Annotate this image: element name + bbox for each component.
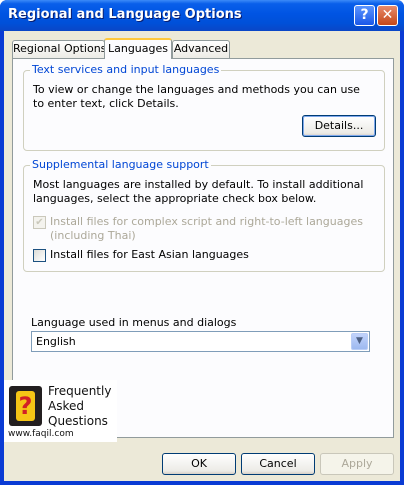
question-mark-icon: ?	[9, 386, 42, 426]
tab-languages[interactable]: Languages	[104, 38, 172, 59]
title-bar[interactable]: Regional and Language Options ? ✕	[0, 0, 404, 31]
details-button[interactable]: Details...	[302, 115, 376, 137]
help-button[interactable]: ?	[354, 5, 375, 26]
dialog-client-area: Regional Options Languages Advanced Text…	[4, 31, 400, 481]
chevron-down-icon[interactable]: ▼	[351, 333, 368, 350]
text-services-legend: Text services and input languages	[30, 63, 222, 76]
close-button[interactable]: ✕	[377, 5, 398, 26]
faq-logo-line2: Asked	[48, 399, 84, 413]
faq-logo-line3: Questions	[48, 414, 108, 428]
menus-language-value: English	[36, 335, 76, 348]
text-services-group: Text services and input languages To vie…	[23, 63, 385, 151]
east-asian-checkbox[interactable]	[33, 249, 46, 262]
menus-language-label: Language used in menus and dialogs	[31, 316, 237, 329]
faq-logo-url: www.faqil.com	[8, 429, 74, 439]
cancel-button[interactable]: Cancel	[241, 453, 315, 475]
east-asian-label: Install files for East Asian languages	[50, 248, 249, 261]
complex-script-checkbox[interactable]: ✔	[33, 216, 46, 229]
tab-advanced[interactable]: Advanced	[172, 40, 230, 58]
tab-regional-options[interactable]: Regional Options	[12, 40, 106, 58]
faq-logo-line1: Frequently	[48, 384, 112, 398]
dialog-window: Regional and Language Options ? ✕ Region…	[0, 0, 404, 485]
complex-script-label: Install files for complex script and rig…	[50, 215, 363, 242]
supplemental-support-group: Supplemental language support Most langu…	[23, 158, 385, 272]
text-services-description: To view or change the languages and meth…	[33, 83, 360, 110]
supplemental-legend: Supplemental language support	[30, 158, 211, 171]
ok-button[interactable]: OK	[162, 453, 236, 475]
window-title: Regional and Language Options	[8, 7, 242, 22]
faq-logo: ? Frequently Asked Questions www.faqil.c…	[4, 380, 117, 442]
supplemental-description: Most languages are installed by default.…	[33, 178, 364, 205]
apply-button[interactable]: Apply	[320, 453, 394, 475]
menus-language-select[interactable]: English ▼	[31, 331, 370, 352]
